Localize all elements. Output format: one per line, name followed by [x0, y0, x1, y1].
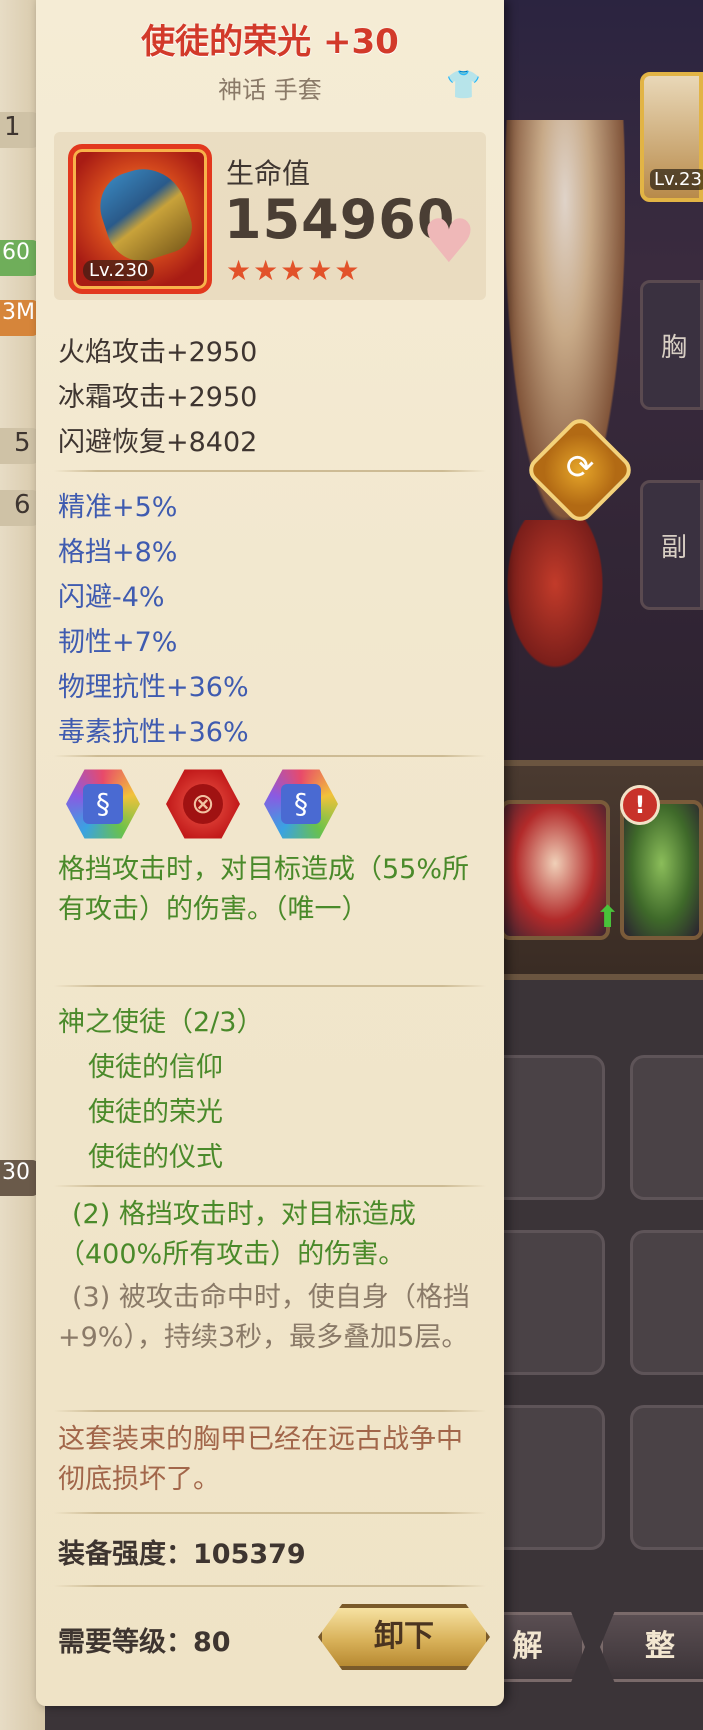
star-rating: ★★★★★: [226, 254, 362, 287]
shirt-icon[interactable]: 👕: [446, 70, 481, 100]
gem-socket-red[interactable]: ⊗: [166, 769, 240, 839]
divider: [54, 985, 486, 987]
gem-icon: §: [83, 784, 123, 824]
hero-portrait-assassin[interactable]: [500, 800, 610, 940]
set-item: 使徒的信仰: [88, 1052, 223, 1083]
set-bonus-3: (3) 被攻击命中时，使自身（格挡+9%），持续3秒，最多叠加5层。: [58, 1282, 470, 1353]
flavor-text: 这套装束的胸甲已经在远古战争中彻底损坏了。: [58, 1424, 463, 1495]
unequip-button[interactable]: 卸下: [318, 1604, 490, 1670]
base-stat: 火焰攻击+2950: [58, 337, 258, 368]
req-level-label: 需要等级：: [58, 1627, 193, 1658]
set-item: 使徒的仪式: [88, 1142, 223, 1173]
inventory-slot[interactable]: [630, 1230, 703, 1375]
strength-value: 105379: [193, 1539, 306, 1570]
sort-button[interactable]: 整: [600, 1612, 703, 1682]
divider: [54, 755, 486, 757]
left-stub: 1: [0, 112, 40, 148]
set-item: 使徒的荣光: [88, 1097, 223, 1128]
upgrade-arrow-icon: ⬆: [595, 900, 621, 935]
bonus-stat: 物理抗性+36%: [58, 672, 249, 703]
left-stub: 30: [0, 1160, 40, 1196]
equip-slot-chest[interactable]: 胸: [640, 280, 703, 410]
left-stub: 60: [0, 240, 40, 276]
gem-socket-rainbow[interactable]: §: [66, 769, 140, 839]
item-name: 使徒的荣光 +30: [141, 22, 399, 62]
bonus-stat: 毒素抗性+36%: [58, 717, 249, 748]
hero-card-level: Lv.23: [650, 169, 703, 190]
heart-icon: ♥: [422, 207, 476, 277]
bonus-stat: 闪避-4%: [58, 582, 165, 613]
equip-slot-offhand[interactable]: 副: [640, 480, 703, 610]
gem-socket-rainbow[interactable]: §: [264, 769, 338, 839]
set-title: 神之使徒（2/3）: [58, 1007, 264, 1038]
base-stat: 冰霜攻击+2950: [58, 382, 258, 413]
bonus-stat: 精准+5%: [58, 492, 178, 523]
unique-effect: 格挡攻击时，对目标造成（55%所有攻击）的伤害。（唯一）: [58, 854, 470, 925]
alert-icon: !: [620, 785, 660, 825]
left-stub: 6: [0, 490, 40, 526]
divider: [54, 470, 486, 472]
inventory-slot[interactable]: [630, 1405, 703, 1550]
equip-slot-chest-label: 胸: [661, 333, 688, 363]
item-tooltip: 使徒的荣光 +30 神话 手套 👕 Lv.230 生命值 154960 ★★★★…: [36, 0, 504, 1706]
item-header-box: Lv.230 生命值 154960 ★★★★★ ♥: [54, 132, 486, 300]
divider: [54, 1512, 486, 1514]
divider: [54, 1585, 486, 1587]
base-stat: 闪避恢复+8402: [58, 427, 258, 458]
hp-value: 154960: [224, 188, 456, 251]
hero-armor: [500, 520, 610, 680]
divider: [54, 1410, 486, 1412]
strength-label: 装备强度：: [58, 1539, 193, 1570]
left-stub: 3M: [0, 300, 40, 336]
gem-icon: ⊗: [183, 784, 223, 824]
gauntlet-graphic: [91, 158, 199, 270]
gem-icon: §: [281, 784, 321, 824]
equipment-strength: 装备强度：105379: [58, 1532, 306, 1571]
item-type: 神话 手套: [218, 76, 322, 104]
swap-icon: ⟳: [565, 447, 595, 488]
bonus-stat: 格挡+8%: [58, 537, 178, 568]
divider: [54, 1185, 486, 1187]
gauntlet-icon: Lv.230: [68, 144, 212, 294]
inventory-slot[interactable]: [630, 1055, 703, 1200]
equip-slot-offhand-label: 副: [661, 533, 688, 563]
hero-card[interactable]: Lv.23: [640, 72, 703, 202]
set-bonus-2: (2) 格挡攻击时，对目标造成（400%所有攻击）的伤害。: [58, 1199, 416, 1270]
bonus-stat: 韧性+7%: [58, 627, 178, 658]
hp-label: 生命值: [226, 157, 311, 190]
required-level: 需要等级：80: [58, 1620, 231, 1659]
item-level-badge: Lv.230: [83, 260, 155, 281]
left-stub: 5: [0, 428, 40, 464]
req-level-value: 80: [193, 1627, 231, 1658]
